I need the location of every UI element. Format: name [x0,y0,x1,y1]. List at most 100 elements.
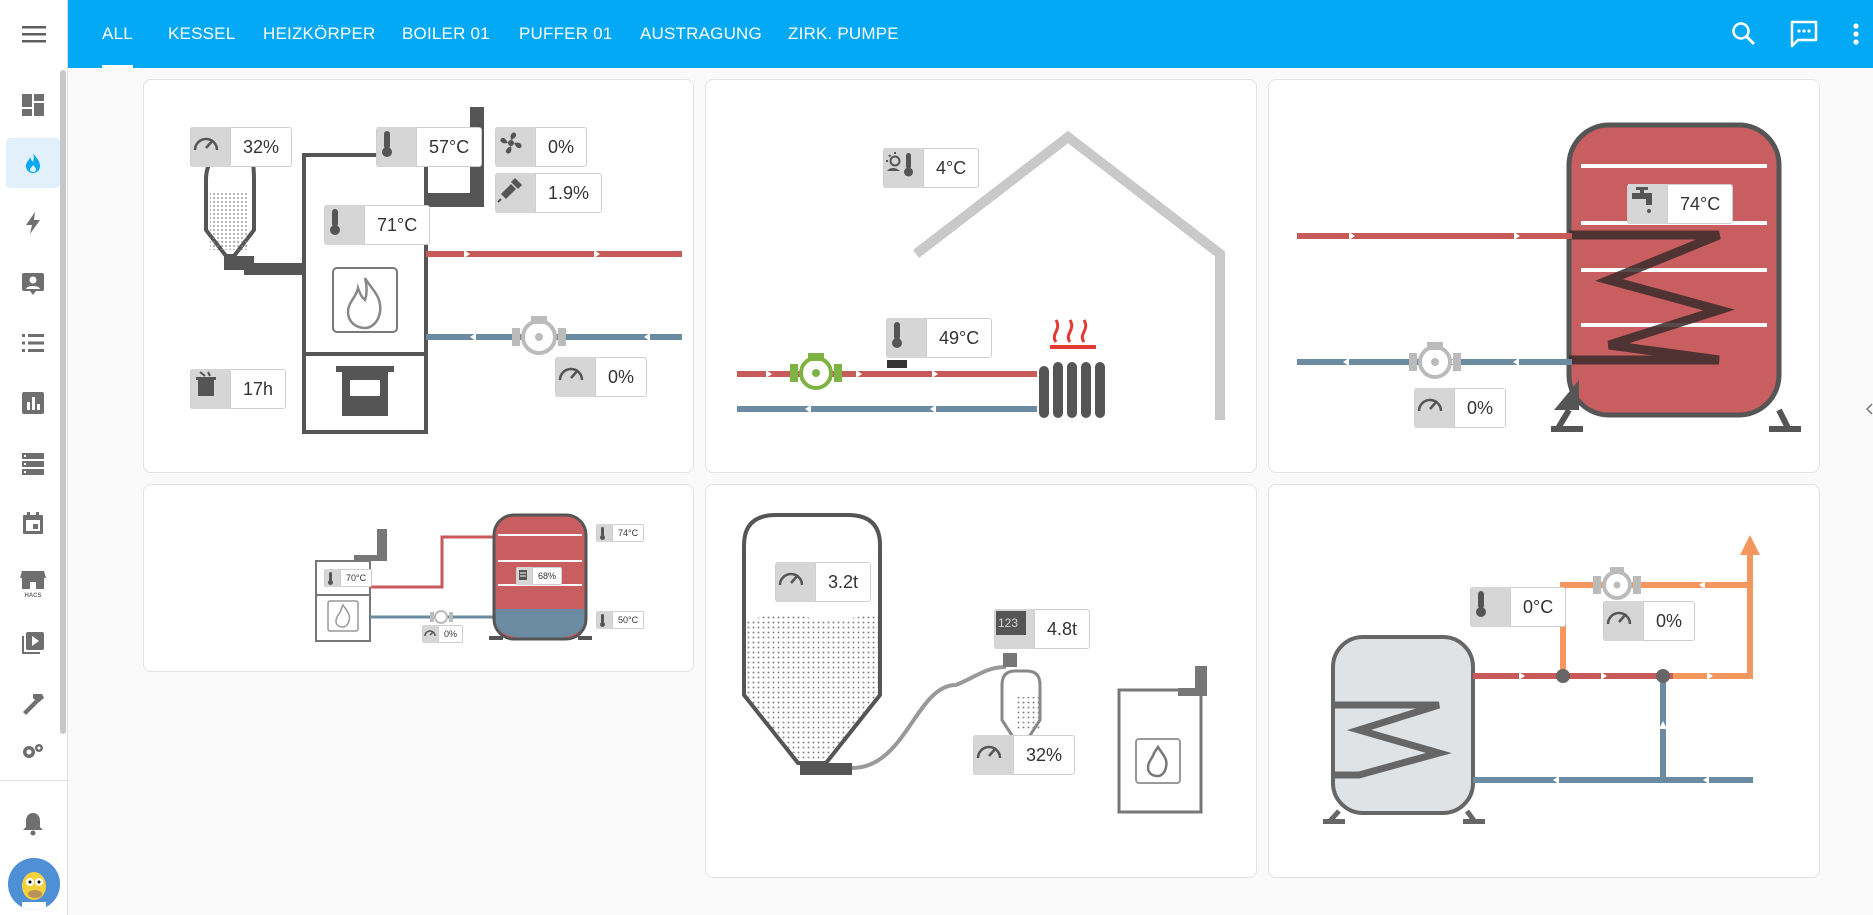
gauge-icon [776,562,816,602]
puffer-bottom-temp-badge[interactable]: 50°C [596,611,645,629]
user-avatar[interactable] [8,858,60,910]
puffer-diagram [315,513,592,642]
tab-all-label: All [102,24,133,43]
flow-temp-value: 49°C [939,327,980,348]
gauge-icon [191,127,231,167]
tab-austragung[interactable]: Austragung [640,0,762,68]
thermometer-icon [377,127,417,167]
ignition-plug-icon [496,173,536,213]
lightning-icon[interactable] [6,198,60,248]
tab-all[interactable]: All [102,0,133,68]
outdoor-temp-value: 4°C [936,157,967,178]
gears-icon[interactable] [6,740,60,768]
fan-badge[interactable]: 0% [495,127,588,167]
buffer-charge-icon [517,567,533,585]
sidebar-scrollbar[interactable] [60,70,66,734]
zirk-temp-value: 0°C [1523,596,1554,617]
ash-bin-icon [191,369,231,409]
hacs-store-icon[interactable]: HACS [6,558,60,608]
kessel-card[interactable]: 32% 57°C 0% 1.9% 71°C 17h 0% [143,79,694,473]
hammer-icon[interactable] [6,678,60,728]
heizkoerper-card[interactable]: 4°C 49°C [705,79,1257,473]
outdoor-temp-badge[interactable]: 4°C [883,148,980,188]
zirk-pumpe-card[interactable]: 0°C 0% [1268,484,1820,878]
fan-icon [496,127,536,167]
gauge-icon [1415,388,1455,428]
zirk-pump-badge[interactable]: 0% [1603,601,1696,641]
water-temp-badge[interactable]: 74°C [1627,184,1734,224]
media-icon[interactable] [6,618,60,668]
flue-temp-value: 57°C [429,136,470,157]
thermometer-icon [597,611,613,629]
tab-heizkoerper[interactable]: Heizkörper [263,0,376,68]
puffer-charge-badge[interactable]: 68% [516,567,563,585]
thermometer-icon [1471,587,1511,627]
tab-boiler-01[interactable]: Boiler 01 [402,0,490,68]
tab-puffer-label: Puffer 01 [519,24,613,43]
counter-value: 4.8t [1047,618,1078,639]
thermometer-icon [325,569,341,587]
counter-badge[interactable]: 123 4.8t [994,609,1091,649]
boiler-diagram [1297,122,1801,432]
calendar-icon[interactable] [6,498,60,548]
list-icon[interactable] [6,318,60,368]
water-temp-value: 74°C [1680,193,1721,214]
tab-puffer-01[interactable]: Puffer 01 [519,0,612,68]
runtime-value: 17h [243,378,274,399]
server-icon[interactable] [6,438,60,488]
tab-boiler-label: Boiler 01 [402,24,490,43]
boiler-temp-badge[interactable]: 71°C [324,205,431,245]
menu-icon[interactable] [14,18,54,50]
water-tap-icon [1628,184,1668,224]
tab-kessel[interactable]: Kessel [168,0,235,68]
bell-icon[interactable] [6,798,60,848]
austragung-card[interactable]: 3.2t 123 4.8t 32% [705,484,1257,878]
ignition-badge[interactable]: 1.9% [495,173,603,213]
sidebar: HACS [0,0,68,915]
puffer-card[interactable]: 74°C 70°C 68% 50°C 0% [143,484,694,672]
sidebar-divider [0,780,68,781]
counter-icon-glyph: 123 [998,616,1018,630]
puffer-pump-value: 0% [444,629,458,639]
austragung-diagram [742,513,1207,814]
assist-chat-icon[interactable] [1788,18,1820,50]
counter-icon: 123 [995,609,1035,649]
puffer-kessel-temp-value: 70°C [346,573,367,583]
flue-temp-badge[interactable]: 57°C [376,127,483,167]
pump-output-value: 0% [608,366,635,387]
hopper-level-badge[interactable]: 32% [973,735,1076,775]
fire-icon[interactable] [6,138,60,188]
puffer-bottom-temp-value: 50°C [618,615,639,625]
zirk-pump-value: 0% [1656,610,1683,631]
boiler-pump-badge[interactable]: 0% [1414,388,1507,428]
boiler-pump-value: 0% [1467,397,1494,418]
zirk-temp-badge[interactable]: 0°C [1470,587,1567,627]
chart-icon[interactable] [6,378,60,428]
account-box-icon[interactable] [6,258,60,308]
fan-value: 0% [548,136,575,157]
thermometer-icon [887,318,927,358]
gauge-icon [974,735,1014,775]
puffer-pump-badge[interactable]: 0% [422,625,464,643]
silo-level-value: 3.2t [828,571,859,592]
puffer-top-temp-value: 74°C [618,528,639,538]
runtime-badge[interactable]: 17h [190,369,287,409]
flow-temp-badge[interactable]: 49°C [886,318,993,358]
search-icon[interactable] [1728,18,1760,50]
heizkoerper-diagram [737,130,1225,420]
gauge-icon [1604,601,1644,641]
more-vert-icon[interactable] [1846,18,1866,50]
dashboard-icon[interactable] [6,80,60,130]
puffer-charge-value: 68% [538,571,557,581]
tab-heizkoerper-label: Heizkörper [263,24,376,43]
feed-level-badge[interactable]: 32% [190,127,293,167]
silo-level-badge[interactable]: 3.2t [775,562,872,602]
tab-zirk-pumpe[interactable]: Zirk. Pumpe [788,0,899,68]
hopper-level-value: 32% [1026,744,1063,765]
puffer-kessel-temp-badge[interactable]: 70°C [324,569,373,587]
tab-zirk-label: Zirk. Pumpe [788,24,899,43]
puffer-top-temp-badge[interactable]: 74°C [596,524,645,542]
pump-output-badge[interactable]: 0% [555,357,648,397]
tab-kessel-label: Kessel [168,24,236,43]
boiler-card[interactable]: 74°C 0% [1268,79,1820,473]
